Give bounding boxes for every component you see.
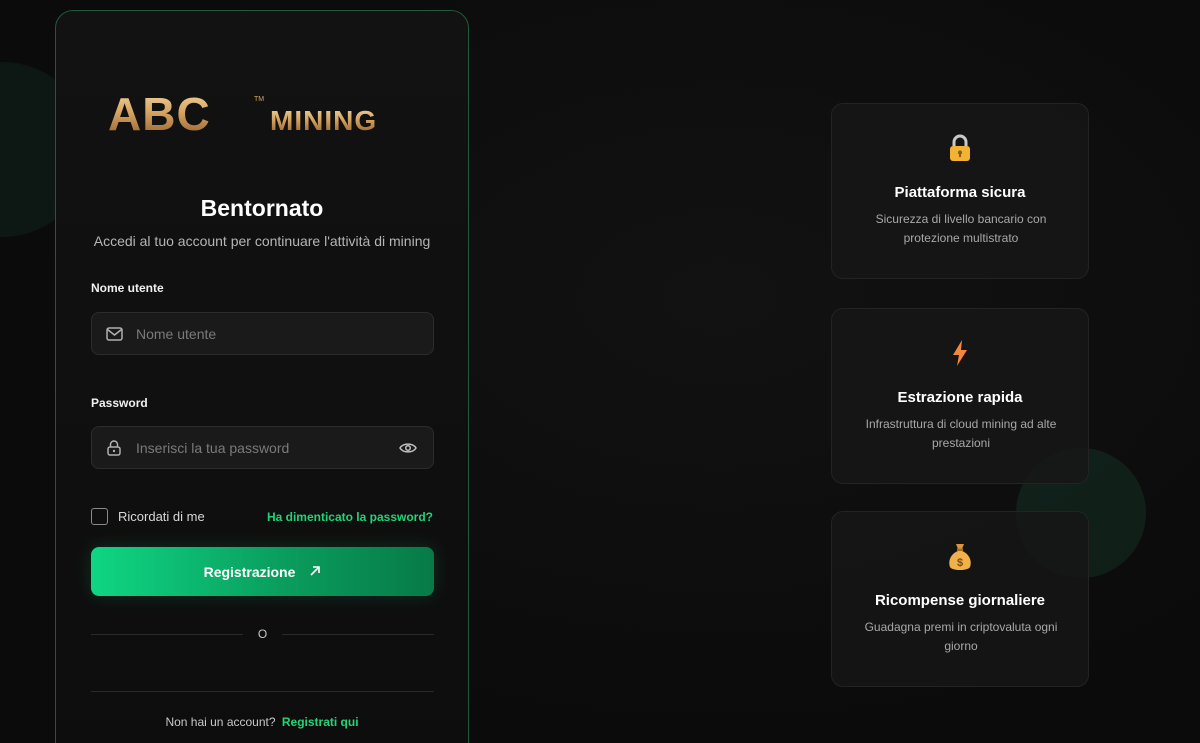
register-button-label: Registrazione [203, 563, 296, 580]
feature-description: Sicurezza di livello bancario con protez… [875, 212, 1047, 245]
feature-description: Infrastruttura di cloud mining ad alte p… [865, 417, 1057, 450]
money-bag-icon: $ [832, 542, 1088, 572]
remember-checkbox[interactable] [91, 508, 108, 525]
remember-label: Ricordati di me [118, 509, 205, 524]
or-divider: O [91, 627, 434, 641]
svg-text:ABC: ABC [108, 91, 211, 137]
svg-text:TM: TM [254, 96, 264, 103]
feature-card-secure: Piattaforma sicura Sicurezza di livello … [831, 103, 1089, 279]
password-label: Password [91, 396, 148, 410]
arrow-up-right-icon [309, 564, 321, 580]
lightning-icon [832, 339, 1088, 367]
page-subtitle: Accedi al tuo account per continuare l'a… [93, 233, 431, 249]
separator [91, 691, 434, 692]
abc-mining-logo: ABC TM MINING [108, 91, 426, 137]
password-field-box [91, 426, 434, 469]
eye-icon[interactable] [383, 442, 433, 454]
signup-link[interactable]: Registrati qui [282, 715, 359, 729]
password-input[interactable] [136, 439, 383, 456]
remember-me[interactable]: Ricordati di me [91, 508, 205, 525]
login-page: ABC TM MINING Bentornato Accedi al tuo a… [0, 0, 1200, 743]
signup-prompt: Non hai un account? Registrati qui [56, 715, 468, 729]
forgot-password-link[interactable]: Ha dimenticato la password? [267, 510, 433, 524]
feature-card-fast: Estrazione rapida Infrastruttura di clou… [831, 308, 1089, 484]
username-input[interactable] [136, 325, 433, 342]
feature-title: Piattaforma sicura [894, 184, 1026, 201]
feature-description: Guadagna premi in criptovaluta ogni gior… [864, 620, 1058, 653]
page-title: Bentornato [200, 195, 324, 221]
mail-icon [92, 326, 136, 341]
username-label: Nome utente [91, 281, 164, 295]
svg-text:$: $ [957, 557, 963, 569]
lock-icon [832, 134, 1088, 162]
login-card: ABC TM MINING Bentornato Accedi al tuo a… [55, 10, 469, 743]
no-account-text: Non hai un account? [165, 715, 276, 729]
feature-title: Ricompense giornaliere [874, 592, 1046, 609]
feature-card-rewards: $ Ricompense giornaliere Guadagna premi … [831, 511, 1089, 687]
username-field-box [91, 312, 434, 355]
svg-text:MINING: MINING [270, 105, 377, 136]
feature-title: Estrazione rapida [897, 389, 1023, 406]
lock-icon [92, 439, 136, 456]
register-button[interactable]: Registrazione [91, 547, 434, 596]
